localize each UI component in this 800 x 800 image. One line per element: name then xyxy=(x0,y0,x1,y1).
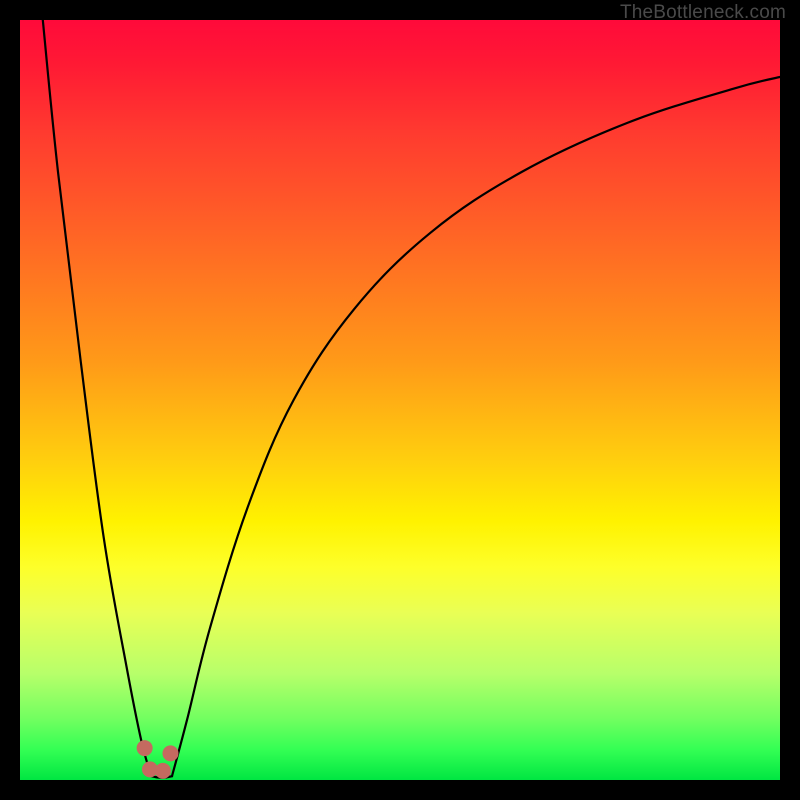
plot-area xyxy=(20,20,780,780)
chart-svg xyxy=(20,20,780,780)
valley-marker-0 xyxy=(137,740,153,756)
valley-marker-2 xyxy=(155,763,171,779)
valley-marker-3 xyxy=(162,745,178,761)
chart-frame: TheBottleneck.com xyxy=(0,0,800,800)
curve-group xyxy=(43,20,780,779)
right-branch-line xyxy=(172,77,780,776)
left-branch-line xyxy=(43,20,152,776)
